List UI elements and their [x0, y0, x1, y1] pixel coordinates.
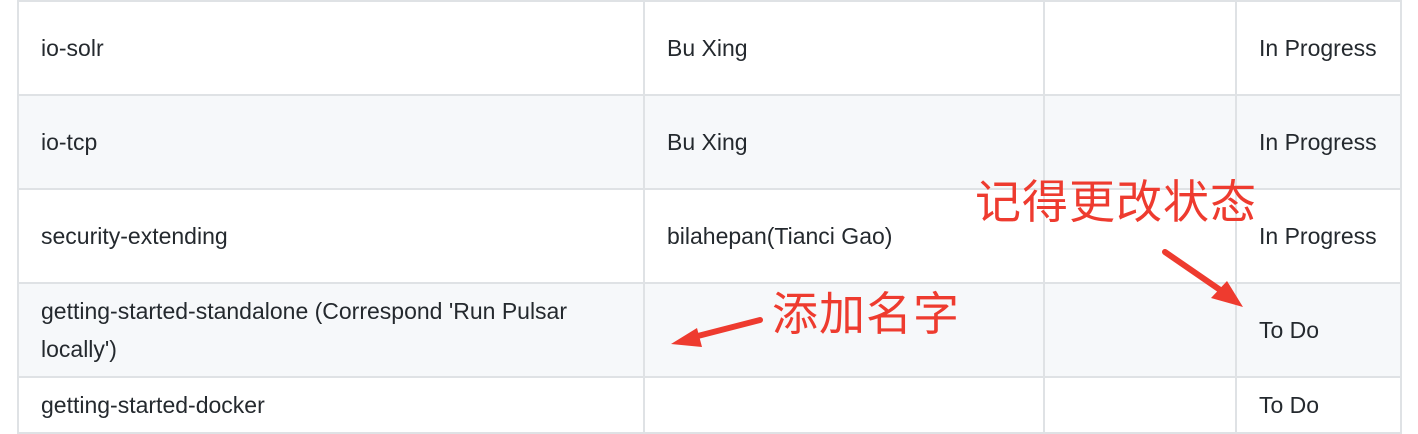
table-row: io-solr Bu Xing In Progress [17, 0, 1402, 96]
extra-cell [1043, 0, 1237, 96]
extra-cell [1043, 282, 1237, 378]
status-cell: In Progress [1235, 94, 1402, 190]
status-cell: In Progress [1235, 0, 1402, 96]
name-annotation: 添加名字 [772, 287, 960, 341]
status-cell: To Do [1235, 282, 1402, 378]
status-cell: To Do [1235, 376, 1402, 434]
table-row: getting-started-standalone (Correspond '… [17, 282, 1402, 378]
table-row: getting-started-docker To Do [17, 376, 1402, 434]
module-cell: getting-started-docker [17, 376, 645, 434]
status-annotation: 记得更改状态 [975, 175, 1257, 229]
assignee-cell: Bu Xing [643, 0, 1045, 96]
module-cell: security-extending [17, 188, 645, 284]
module-cell: io-tcp [17, 94, 645, 190]
status-cell: In Progress [1235, 188, 1402, 284]
module-cell: getting-started-standalone (Correspond '… [17, 282, 645, 378]
extra-cell [1043, 376, 1237, 434]
assignee-cell [643, 376, 1045, 434]
screenshot-stage: io-solr Bu Xing In Progress io-tcp Bu Xi… [0, 0, 1418, 434]
module-cell: io-solr [17, 0, 645, 96]
